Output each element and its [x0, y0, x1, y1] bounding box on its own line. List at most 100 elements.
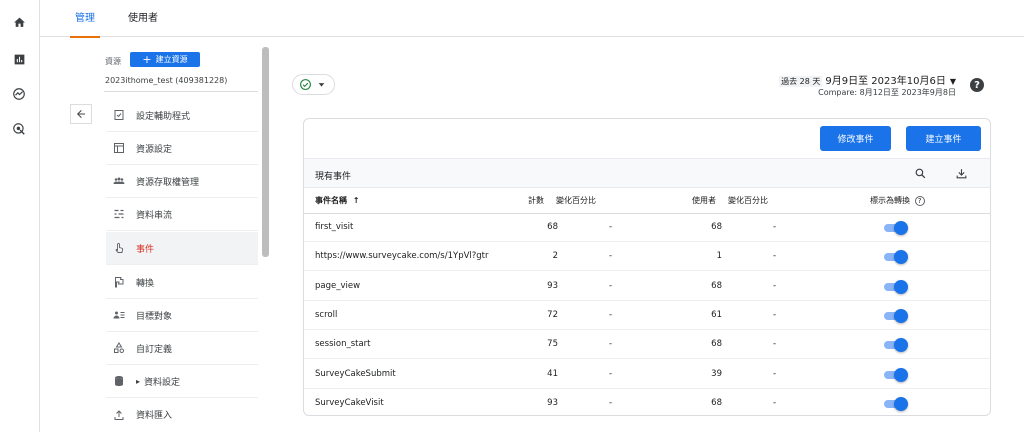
- database-icon: [112, 374, 126, 388]
- shapes-icon: [112, 341, 126, 355]
- users-change-cell: -: [773, 309, 777, 320]
- col-header-event-name[interactable]: 事件名稱 ↑: [315, 189, 360, 213]
- card-title: 現有事件: [315, 172, 352, 182]
- comparison-filter-dropdown[interactable]: [292, 74, 335, 95]
- count-change-cell: -: [609, 251, 613, 262]
- table-row[interactable]: SurveyCakeVisit 93 - 68 -: [304, 389, 990, 415]
- checklist-icon: [112, 108, 126, 122]
- reports-icon[interactable]: [11, 51, 27, 67]
- conversion-toggle[interactable]: [884, 338, 908, 353]
- toggle-knob: [894, 250, 908, 265]
- conversion-toggle[interactable]: [884, 367, 908, 382]
- users-change-cell: -: [773, 397, 777, 408]
- users-cell: 39: [711, 368, 722, 379]
- table-row[interactable]: session_start 75 - 68 -: [304, 330, 990, 360]
- caret-down-icon: ▼: [949, 77, 956, 86]
- count-cell: 68: [547, 222, 558, 232]
- conversion-toggle[interactable]: [884, 221, 908, 235]
- event-name-cell[interactable]: scroll: [315, 301, 495, 330]
- divider: [104, 91, 258, 92]
- count-change-cell: -: [609, 222, 613, 232]
- event-name-cell[interactable]: first_visit: [315, 213, 495, 242]
- users-change-cell: -: [773, 222, 777, 232]
- data-stream-icon: [112, 207, 126, 221]
- plus-icon: +: [142, 53, 152, 66]
- col-header-count[interactable]: 計數: [528, 189, 544, 213]
- event-name-cell[interactable]: SurveyCakeSubmit: [315, 360, 495, 389]
- touch-icon: [112, 241, 126, 255]
- col-header-users-change: 變化百分比: [728, 196, 768, 205]
- table-row[interactable]: scroll 72 - 61 -: [304, 301, 990, 330]
- conversion-toggle[interactable]: [884, 308, 908, 323]
- conversion-toggle[interactable]: [884, 396, 908, 411]
- back-button[interactable]: [70, 104, 92, 124]
- nav-item-data-settings[interactable]: ▸ 資料設定: [106, 365, 258, 398]
- users-change-cell: -: [773, 368, 777, 379]
- nav-item-label: 設定輔助程式: [136, 111, 191, 122]
- conversion-toggle[interactable]: [884, 250, 908, 265]
- table-row[interactable]: https://www.surveycake.com/s/1YpVl?gtr 2 -…: [304, 242, 990, 272]
- help-icon[interactable]: ?: [914, 195, 925, 206]
- nav-item-data-import[interactable]: 資料匯入: [106, 398, 258, 431]
- toggle-knob: [894, 367, 908, 382]
- toggle-knob: [894, 308, 908, 323]
- home-icon[interactable]: [11, 14, 27, 30]
- nav-item-access-management[interactable]: 資源存取權管理: [106, 165, 258, 198]
- table-row[interactable]: SurveyCakeSubmit 41 - 39 -: [304, 360, 990, 389]
- nav-item-conversions[interactable]: 轉換: [106, 266, 258, 299]
- tab-admin[interactable]: 管理: [70, 0, 100, 38]
- arrow-left-icon: [77, 110, 85, 118]
- create-resource-button[interactable]: + 建立資源: [130, 52, 200, 67]
- nav-item-property-settings[interactable]: 資源設定: [106, 132, 258, 165]
- count-change-cell: -: [609, 368, 613, 379]
- nav-item-audiences[interactable]: 目標對象: [106, 299, 258, 332]
- col-header-label: 事件名稱: [315, 196, 347, 205]
- sort-ascending-icon: ↑: [352, 196, 360, 205]
- tab-users[interactable]: 使用者: [127, 0, 159, 37]
- col-header-mark-conversion: 標示為轉換 ?: [870, 189, 925, 213]
- users-change-cell: -: [773, 280, 777, 291]
- resource-label: 資源: [105, 57, 121, 66]
- nav-item-custom-definitions[interactable]: 自訂定義: [106, 332, 258, 365]
- nav-item-label: 資料匯入: [136, 411, 173, 421]
- count-cell: 93: [547, 280, 558, 291]
- event-name-cell[interactable]: session_start: [315, 330, 495, 359]
- count-cell: 75: [547, 339, 558, 350]
- events-card: 修改事件 建立事件 現有事件 事件名稱 ↑ 計數 變化百分比 使用者 變化百分比…: [303, 118, 991, 416]
- users-cell: 68: [711, 222, 722, 232]
- event-name-cell[interactable]: page_view: [315, 272, 495, 301]
- audience-icon: [112, 308, 126, 322]
- modify-event-button[interactable]: 修改事件: [820, 126, 891, 151]
- upload-icon: [112, 408, 126, 422]
- account-name[interactable]: 2023ithome_test (409381228): [105, 76, 227, 85]
- event-name-cell[interactable]: https://www.surveycake.com/s/1YpVl?gtr: [315, 242, 495, 271]
- users-change-cell: -: [773, 339, 777, 350]
- table-row[interactable]: page_view 93 - 68 -: [304, 272, 990, 301]
- search-icon[interactable]: [913, 166, 927, 180]
- date-compare-text: Compare: 8月12日至 2023年9月8日: [818, 88, 956, 97]
- conversion-toggle[interactable]: [884, 279, 908, 294]
- count-change-cell: -: [609, 280, 613, 291]
- flag-icon: [112, 275, 126, 289]
- advertising-icon[interactable]: [11, 121, 27, 137]
- event-name-cell[interactable]: SurveyCakeVisit: [315, 389, 495, 415]
- nav-item-events[interactable]: 事件: [106, 232, 258, 265]
- nav-scrollbar[interactable]: [262, 47, 269, 257]
- nav-item-data-streams[interactable]: 資料串流: [106, 198, 258, 231]
- col-header-users[interactable]: 使用者: [692, 189, 716, 213]
- date-period: 過去 28 天: [779, 76, 823, 87]
- explore-icon[interactable]: [11, 86, 27, 102]
- people-icon: [112, 174, 126, 188]
- create-event-button[interactable]: 建立事件: [906, 126, 981, 151]
- nav-item-setup-assistant[interactable]: 設定輔助程式: [106, 99, 258, 132]
- users-cell: 68: [711, 339, 722, 350]
- download-icon[interactable]: [954, 166, 968, 180]
- toggle-knob: [894, 396, 908, 411]
- nav-item-label: 資源存取權管理: [136, 177, 200, 188]
- count-cell: 41: [547, 368, 558, 379]
- table-row[interactable]: first_visit 68 - 68 -: [304, 213, 990, 242]
- date-range-picker[interactable]: 過去 28 天 9月9日至 2023年10月6日 ▼: [779, 72, 956, 87]
- nav-item-label: 事件: [136, 244, 155, 255]
- help-icon[interactable]: ?: [970, 78, 984, 92]
- left-rail: [0, 0, 40, 432]
